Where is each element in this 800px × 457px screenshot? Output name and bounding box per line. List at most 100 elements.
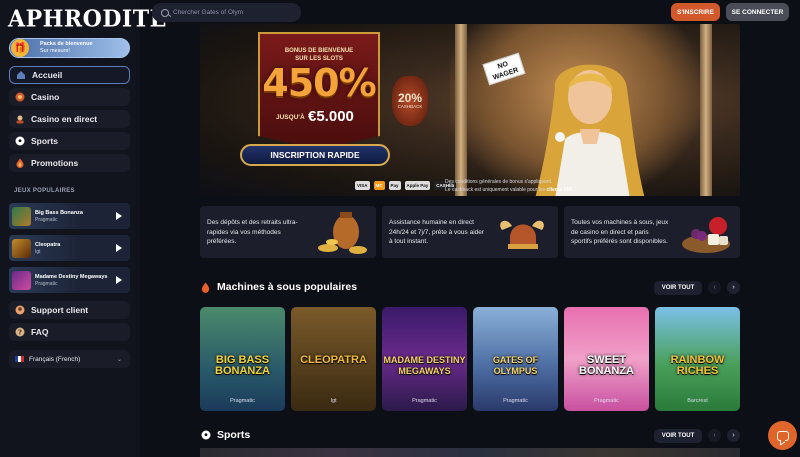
sidebar-item-label: Support client [31, 305, 89, 315]
bonus-board: BONUS DE BIENVENUE SUR LES SLOTS 450% JU… [258, 32, 380, 150]
question-icon: ? [14, 326, 26, 338]
game-card-provider: Barcrest [687, 398, 708, 404]
sidebar-item-casino[interactable]: Casino [9, 88, 130, 106]
language-label: Français (French) [29, 355, 81, 363]
feature-text: Toutes vos machines à sous, jeux de casi… [571, 219, 669, 245]
welcome-pack-banner[interactable]: 🎁 Packs de bienvenue Sur mesure! [9, 38, 130, 58]
main-content: Chercher Gates of Olym S'INSCRIRE SE CON… [140, 0, 800, 457]
game-provider: Pragmatic [35, 280, 58, 287]
chat-button[interactable] [768, 421, 797, 450]
game-name: Madame Destiny Megaways [35, 273, 108, 280]
flame-icon [200, 282, 211, 293]
quick-signup-button[interactable]: INSCRIPTION RAPIDE [240, 144, 390, 166]
chevron-left-icon[interactable]: ‹ [708, 281, 721, 294]
popular-game-item[interactable]: Cleopatra Igt [9, 235, 130, 261]
hero-column [455, 24, 467, 196]
chat-bubble-icon [776, 430, 789, 441]
game-card-provider: Pragmatic [412, 398, 437, 404]
gift-icon: 🎁 [11, 39, 29, 57]
game-card-title: RAINBOW RICHES [670, 354, 725, 377]
sidebar-item-faq[interactable]: ? FAQ [9, 323, 130, 341]
mastercard-icon: MC [373, 181, 385, 190]
game-card[interactable]: SWEET BONANZA Pragmatic [564, 307, 649, 411]
chevron-right-icon[interactable]: › [727, 281, 740, 294]
terms-vip: clients VIP. [546, 187, 573, 193]
login-button[interactable]: SE CONNECTER [726, 3, 789, 21]
game-card-title: CLEOPATRA [300, 354, 367, 366]
sidebar-item-support[interactable]: Support client [9, 301, 130, 319]
search-icon [161, 8, 169, 17]
sidebar-item-promotions[interactable]: Promotions [9, 154, 130, 172]
see-all-slots-button[interactable]: VOIR TOUT [654, 281, 702, 295]
game-card[interactable]: BIG BASS BONANZA Pragmatic [200, 307, 285, 411]
bonus-amount: €5.000 [308, 108, 354, 125]
game-name: Cleopatra [35, 241, 61, 248]
game-card[interactable]: MADAME DESTINY MEGAWAYS Pragmatic [382, 307, 467, 411]
game-card[interactable]: CLEOPATRA Igt [291, 307, 376, 411]
game-thumbnail [12, 270, 31, 290]
play-icon[interactable] [116, 276, 122, 284]
game-name: Big Bass Bonanza [35, 209, 83, 216]
popular-games-heading: JEUX POPULAIRES [14, 188, 75, 194]
pay-icon: Pay [388, 181, 401, 190]
hero-column [700, 24, 712, 196]
flame-icon [14, 157, 26, 169]
popular-slots-heading: Machines à sous populaires [200, 281, 357, 293]
popular-game-item[interactable]: Madame Destiny Megaways Pragmatic [9, 267, 130, 293]
home-icon [15, 69, 27, 81]
section-title: Sports [217, 429, 251, 441]
search-placeholder: Chercher Gates of Olym [173, 9, 244, 16]
game-card-provider: Pragmatic [503, 398, 528, 404]
sidebar-item-label: Promotions [31, 158, 79, 168]
cashback-vase: 20% CASHBACK [392, 76, 428, 126]
game-card-title: BIG BASS BONANZA [215, 354, 270, 377]
france-flag-icon [15, 356, 24, 362]
soccer-ball-icon [200, 430, 211, 441]
game-card-title: GATES OF OLYMPUS [492, 355, 539, 376]
game-thumbnail [12, 206, 31, 226]
feature-card-payments: Des dépôts et des retraits ultra-rapides… [200, 206, 376, 258]
coins-vase-icon [318, 212, 367, 254]
promo-line-2: Sur mesure! [40, 48, 70, 54]
chevron-down-icon: ⌄ [116, 356, 122, 363]
game-provider: Igt [35, 248, 41, 255]
terms-line-2: Le cashback est uniquement valable pour … [445, 187, 547, 193]
sidebar-item-label: Sports [31, 136, 58, 146]
winged-helmet-icon [500, 220, 544, 249]
casino-chip-icon [14, 91, 26, 103]
game-card-provider: Pragmatic [594, 398, 619, 404]
feature-card-support: Assistance humaine en direct 24h/24 et 7… [382, 206, 558, 258]
popular-game-item[interactable]: Big Bass Bonanza Pragmatic [9, 203, 130, 229]
sports-heading: Sports [200, 429, 250, 441]
sidebar-item-sports[interactable]: Sports [9, 132, 130, 150]
chevron-right-icon[interactable]: › [727, 429, 740, 442]
soccer-ball-icon [14, 135, 26, 147]
svg-text:?: ? [18, 329, 22, 337]
game-card[interactable]: GATES OF OLYMPUS Pragmatic [473, 307, 558, 411]
game-card-title: SWEET BONANZA [579, 354, 634, 377]
play-icon[interactable] [116, 244, 122, 252]
cashback-label: CASHBACK [397, 104, 423, 109]
sports-cards-strip[interactable] [200, 448, 740, 457]
chevron-left-icon[interactable]: ‹ [708, 429, 721, 442]
game-card[interactable]: RAINBOW RICHES Barcrest [655, 307, 740, 411]
sidebar-item-live-casino[interactable]: Casino en direct [9, 110, 130, 128]
signup-button[interactable]: S'INSCRIRE [671, 3, 720, 21]
promo-line-1: Packs de bienvenue [40, 41, 93, 47]
support-agent-icon [14, 304, 26, 316]
play-icon[interactable] [116, 212, 122, 220]
game-card-provider: Pragmatic [230, 398, 255, 404]
hero-banner[interactable]: BONUS DE BIENVENUE SUR LES SLOTS 450% JU… [200, 24, 740, 196]
see-all-sports-button[interactable]: VOIR TOUT [654, 429, 702, 443]
feature-text: Des dépôts et des retraits ultra-rapides… [207, 219, 298, 245]
terms-line-1: Des conditions générales de bonus s'appl… [445, 179, 553, 185]
search-input[interactable]: Chercher Gates of Olym [152, 3, 301, 22]
payment-methods: VISA MC Pay Apple Pay CASHlib [355, 181, 457, 190]
sidebar-item-label: Casino en direct [31, 114, 98, 124]
language-selector[interactable]: Français (French) ⌄ [9, 350, 130, 368]
game-card-title: MADAME DESTINY MEGAWAYS [383, 355, 466, 376]
sidebar-item-home[interactable]: Accueil [9, 66, 130, 84]
cashback-percent: 20% [397, 91, 422, 105]
sidebar: APHRODITE 🎁 Packs de bienvenue Sur mesur… [0, 0, 166, 457]
apple-pay-icon: Apple Pay [404, 181, 431, 190]
